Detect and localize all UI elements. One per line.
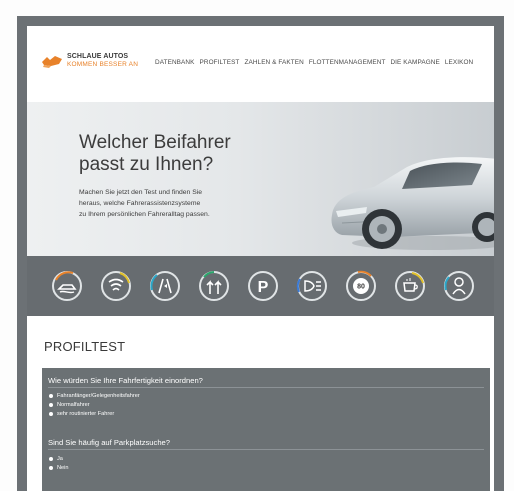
- question-1-option-1[interactable]: Fahranfänger/Gelegenheitsfahrer: [49, 393, 140, 399]
- nav-item-lexikon[interactable]: LEXIKON: [445, 59, 473, 66]
- radio-button[interactable]: [49, 457, 53, 461]
- nav-item-datenbank[interactable]: DATENBANK: [155, 59, 195, 66]
- hero-text-line-3: zu Ihrem persönlichen Fahreralltag passe…: [79, 211, 210, 218]
- coffee-cup-icon[interactable]: [394, 270, 426, 302]
- assist-icon-row: P 80: [51, 270, 492, 302]
- question-1-divider: [48, 387, 484, 388]
- hero-description: Machen Sie jetzt den Test und finden Sie…: [79, 187, 279, 220]
- question-2: Sind Sie häufig auf Parkplatzsuche?: [48, 438, 171, 447]
- driver-icon[interactable]: [443, 270, 475, 302]
- nav-item-zahlen-fakten[interactable]: ZAHLEN & FAKTEN: [244, 59, 303, 66]
- nav-item-flottenmanagement[interactable]: FLOTTENMANAGEMENT: [309, 59, 386, 66]
- hero-banner: Welcher Beifahrer passt zu Ihnen? Machen…: [27, 102, 494, 256]
- hero-title-line-2: passt zu Ihnen?: [79, 154, 214, 175]
- radio-button[interactable]: [49, 403, 53, 407]
- site-header: SCHLAUE AUTOS KOMMEN BESSER AN DATENBANK…: [27, 26, 494, 102]
- car-image: [331, 157, 494, 250]
- site-logo[interactable]: SCHLAUE AUTOS KOMMEN BESSER AN: [41, 53, 138, 69]
- question-2-option-1[interactable]: Ja: [49, 456, 63, 462]
- radio-button[interactable]: [49, 466, 53, 470]
- logo-tagline: KOMMEN BESSER AN: [67, 61, 139, 68]
- question-1: Wie würden Sie Ihre Fahrfertigkeit einor…: [48, 376, 203, 385]
- fox-logo-icon: [42, 56, 62, 68]
- question-1-option-2[interactable]: Normalfahrer: [49, 402, 90, 408]
- nav-item-profiltest[interactable]: PROFILTEST: [200, 59, 240, 66]
- logo-title: SCHLAUE AUTOS: [67, 53, 129, 60]
- question-2-divider: [48, 449, 484, 450]
- svg-text:P: P: [258, 279, 269, 296]
- road-arrows-icon[interactable]: [198, 270, 230, 302]
- hero-text-line-1: Machen Sie jetzt den Test und finden Sie: [79, 189, 203, 196]
- page-content: SCHLAUE AUTOS KOMMEN BESSER AN DATENBANK…: [27, 26, 494, 491]
- nav-item-die-kampagne[interactable]: DIE KAMPAGNE: [390, 59, 439, 66]
- speed-limit-label: 80: [357, 284, 365, 291]
- hero-title-line-1: Welcher Beifahrer: [79, 132, 231, 153]
- profiltest-form: Wie würden Sie Ihre Fahrfertigkeit einor…: [42, 368, 490, 491]
- speed-limit-icon[interactable]: 80: [345, 270, 377, 302]
- question-2-option-2[interactable]: Nein: [49, 465, 69, 471]
- hero-title: Welcher Beifahrer passt zu Ihnen?: [79, 132, 279, 176]
- radio-button[interactable]: [49, 412, 53, 416]
- profiltest-title: PROFILTEST: [44, 339, 126, 354]
- radio-button[interactable]: [49, 394, 53, 398]
- website-frame: SCHLAUE AUTOS KOMMEN BESSER AN DATENBANK…: [17, 16, 504, 491]
- main-navigation: DATENBANK PROFILTEST ZAHLEN & FAKTEN FLO…: [155, 59, 478, 66]
- parking-icon[interactable]: P: [247, 270, 279, 302]
- assist-system-strip: P 80: [27, 256, 494, 316]
- car-wave-icon[interactable]: [51, 270, 83, 302]
- question-1-option-3[interactable]: sehr routinierter Fahrer: [49, 411, 114, 417]
- profiltest-section: PROFILTEST Wie würden Sie Ihre Fahrferti…: [27, 316, 494, 491]
- hero-text-line-2: heraus, welche Fahrerassistenzsysteme: [79, 200, 201, 207]
- wifi-signal-icon[interactable]: [100, 270, 132, 302]
- headlight-icon[interactable]: [296, 270, 328, 302]
- lane-assist-icon[interactable]: [149, 270, 181, 302]
